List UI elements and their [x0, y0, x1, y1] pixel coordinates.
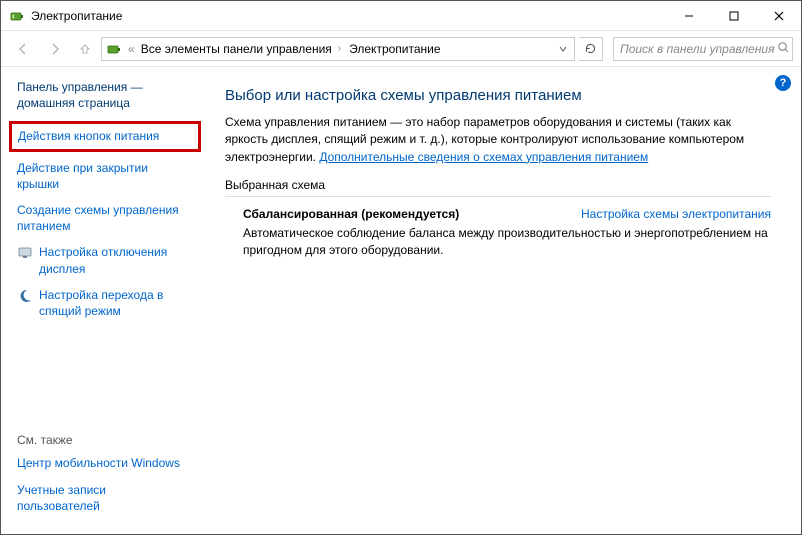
page-heading: Выбор или настройка схемы управления пит…	[225, 87, 771, 104]
breadcrumb-label: Электропитание	[349, 42, 440, 56]
sidebar-item-power-buttons[interactable]: Действия кнопок питания	[9, 121, 201, 151]
minimize-button[interactable]	[666, 1, 711, 31]
sidebar-item-label: Действия кнопок питания	[18, 128, 159, 144]
power-icon	[106, 41, 122, 57]
sidebar-item-label: Действие при закрытии крышки	[17, 160, 148, 192]
sidebar-item-display-off[interactable]: Настройка отключения дисплея	[17, 244, 201, 276]
close-button[interactable]	[756, 1, 801, 31]
selected-plan-label: Выбранная схема	[225, 178, 771, 197]
sidebar: Панель управления — домашняя страница Де…	[1, 67, 211, 534]
main-pane: Выбор или настройка схемы управления пит…	[211, 67, 801, 534]
sidebar-item-label: Панель управления — домашняя страница	[17, 79, 143, 111]
forward-button[interactable]	[41, 35, 69, 63]
plan-description: Автоматическое соблюдение баланса между …	[225, 225, 771, 259]
breadcrumb-power[interactable]: Электропитание	[345, 38, 444, 60]
plan-row: Сбалансированная (рекомендуется) Настрой…	[225, 207, 771, 221]
breadcrumb-label: Все элементы панели управления	[141, 42, 332, 56]
search-input[interactable]	[618, 41, 777, 57]
back-button[interactable]	[9, 35, 37, 63]
maximize-button[interactable]	[711, 1, 756, 31]
sidebar-item-label: Центр мобильности Windows	[17, 455, 180, 471]
window-controls	[666, 1, 801, 30]
window-title: Электропитание	[31, 9, 122, 23]
monitor-icon	[17, 245, 33, 261]
power-icon	[9, 8, 25, 24]
sidebar-item-label: Учетные записи пользователей	[17, 482, 106, 514]
refresh-button[interactable]	[579, 37, 603, 61]
moon-icon	[17, 288, 33, 304]
address-dropdown[interactable]	[554, 38, 572, 60]
sidebar-item-sleep[interactable]: Настройка перехода в спящий режим	[17, 287, 201, 319]
page-description: Схема управления питанием — это набор па…	[225, 114, 771, 166]
sidebar-user-accounts[interactable]: Учетные записи пользователей	[17, 482, 201, 514]
sidebar-home-link[interactable]: Панель управления — домашняя страница	[17, 79, 201, 111]
plan-settings-link[interactable]: Настройка схемы электропитания	[581, 207, 771, 221]
sidebar-item-label: Настройка отключения дисплея	[39, 244, 167, 276]
breadcrumb-all-items[interactable]: Все элементы панели управления ›	[137, 38, 345, 60]
sidebar-item-label: Настройка перехода в спящий режим	[39, 287, 163, 319]
search-box[interactable]	[613, 37, 793, 61]
up-button[interactable]	[73, 37, 97, 61]
plan-name: Сбалансированная (рекомендуется)	[243, 207, 459, 221]
chevron-right-icon: ›	[338, 43, 341, 54]
learn-more-link[interactable]: Дополнительные сведения о схемах управле…	[319, 150, 648, 164]
address-bar[interactable]: « Все элементы панели управления › Элект…	[101, 37, 575, 61]
help-icon[interactable]: ?	[775, 75, 791, 91]
sidebar-mobility-center[interactable]: Центр мобильности Windows	[17, 455, 201, 471]
content-area: ? Панель управления — домашняя страница …	[1, 67, 801, 534]
sidebar-item-label: Создание схемы управления питанием	[17, 202, 179, 234]
see-also-label: См. также	[17, 433, 201, 447]
sidebar-item-lid-action[interactable]: Действие при закрытии крышки	[17, 160, 201, 192]
nav-row: « Все элементы панели управления › Элект…	[1, 31, 801, 67]
breadcrumb-left-sep: «	[126, 42, 137, 56]
titlebar: Электропитание	[1, 1, 801, 31]
search-icon	[777, 41, 790, 57]
sidebar-item-create-plan[interactable]: Создание схемы управления питанием	[17, 202, 201, 234]
